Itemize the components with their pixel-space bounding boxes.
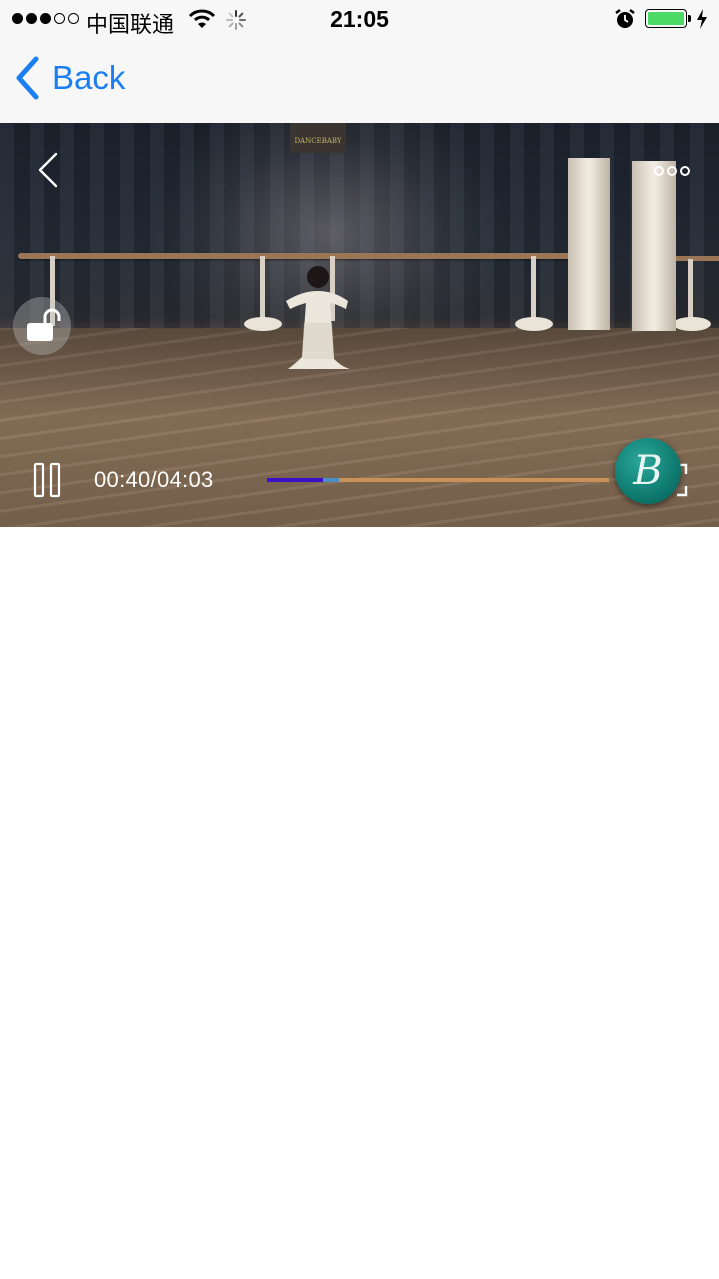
back-button[interactable]: Back [14, 56, 125, 100]
video-frame-floor [0, 328, 719, 527]
charging-bolt-icon [697, 9, 707, 29]
pause-button[interactable] [30, 460, 66, 500]
progress-slider[interactable] [267, 478, 609, 482]
barre-base [515, 317, 553, 331]
studio-sign: DANCEBABY [290, 123, 346, 153]
navigation-bar: Back [0, 40, 719, 123]
back-label: Back [52, 59, 126, 96]
progress-played [267, 478, 324, 482]
content-area [0, 527, 719, 1279]
screen-lock-button[interactable] [13, 297, 71, 355]
barre-stand [260, 256, 265, 321]
video-player[interactable]: DANCEBABY 00:40/04:03 B [0, 123, 719, 527]
unlock-icon [27, 308, 61, 341]
barre-stand [531, 256, 536, 321]
ballet-barre-right [670, 256, 719, 261]
alarm-clock-icon [615, 9, 635, 28]
playback-time: 00:40/04:03 [94, 467, 214, 492]
app-logo-badge[interactable]: B [615, 438, 681, 504]
air-conditioner-unit [568, 158, 610, 330]
status-bar: 中国联通 21:05 [0, 0, 719, 40]
barre-base [673, 317, 711, 331]
more-options-button[interactable] [650, 159, 694, 183]
dancer-figure [286, 266, 350, 369]
barre-base [244, 317, 282, 331]
status-time: 21:05 [330, 6, 389, 32]
video-back-button[interactable] [28, 150, 68, 190]
air-conditioner-unit [632, 161, 676, 331]
chevron-left-icon [16, 56, 39, 100]
battery-icon [645, 9, 691, 28]
barre-stand [688, 259, 693, 321]
ballet-barre [18, 253, 578, 259]
